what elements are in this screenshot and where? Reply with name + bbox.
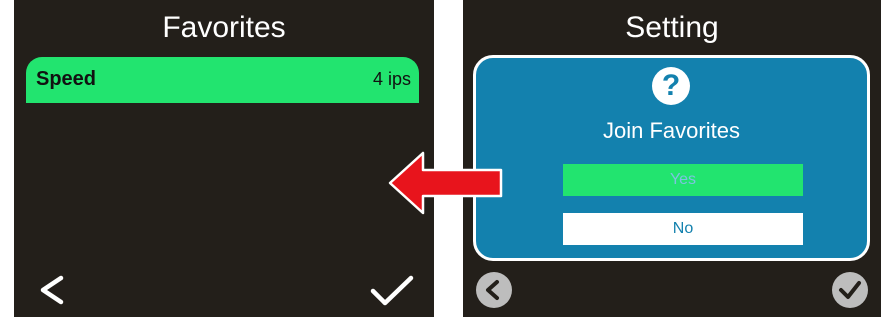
join-favorites-dialog: ? Join Favorites Yes No [473,55,870,261]
yes-button[interactable]: Yes [563,164,803,196]
setting-screen: Setting ? Join Favorites Yes No [463,0,881,317]
screen-title: Favorites [162,11,286,44]
favorite-item-value: 4 ips [372,69,411,89]
dialog-title: Join Favorites [603,118,740,143]
question-icon: ? [652,67,690,105]
screen-title: Setting [625,11,719,44]
circle-chevron-left-icon[interactable] [476,272,512,308]
chevron-left-icon[interactable] [34,272,70,308]
favorite-item-speed[interactable]: Speed 4 ips [26,57,419,103]
circle-check-icon[interactable] [832,272,868,308]
favorite-item-label: Speed [36,68,97,90]
checkmark-icon[interactable] [369,273,415,309]
red-arrow-icon [388,151,503,215]
no-button[interactable]: No [563,213,803,245]
favorites-screen: Favorites Speed 4 ips [14,0,434,317]
